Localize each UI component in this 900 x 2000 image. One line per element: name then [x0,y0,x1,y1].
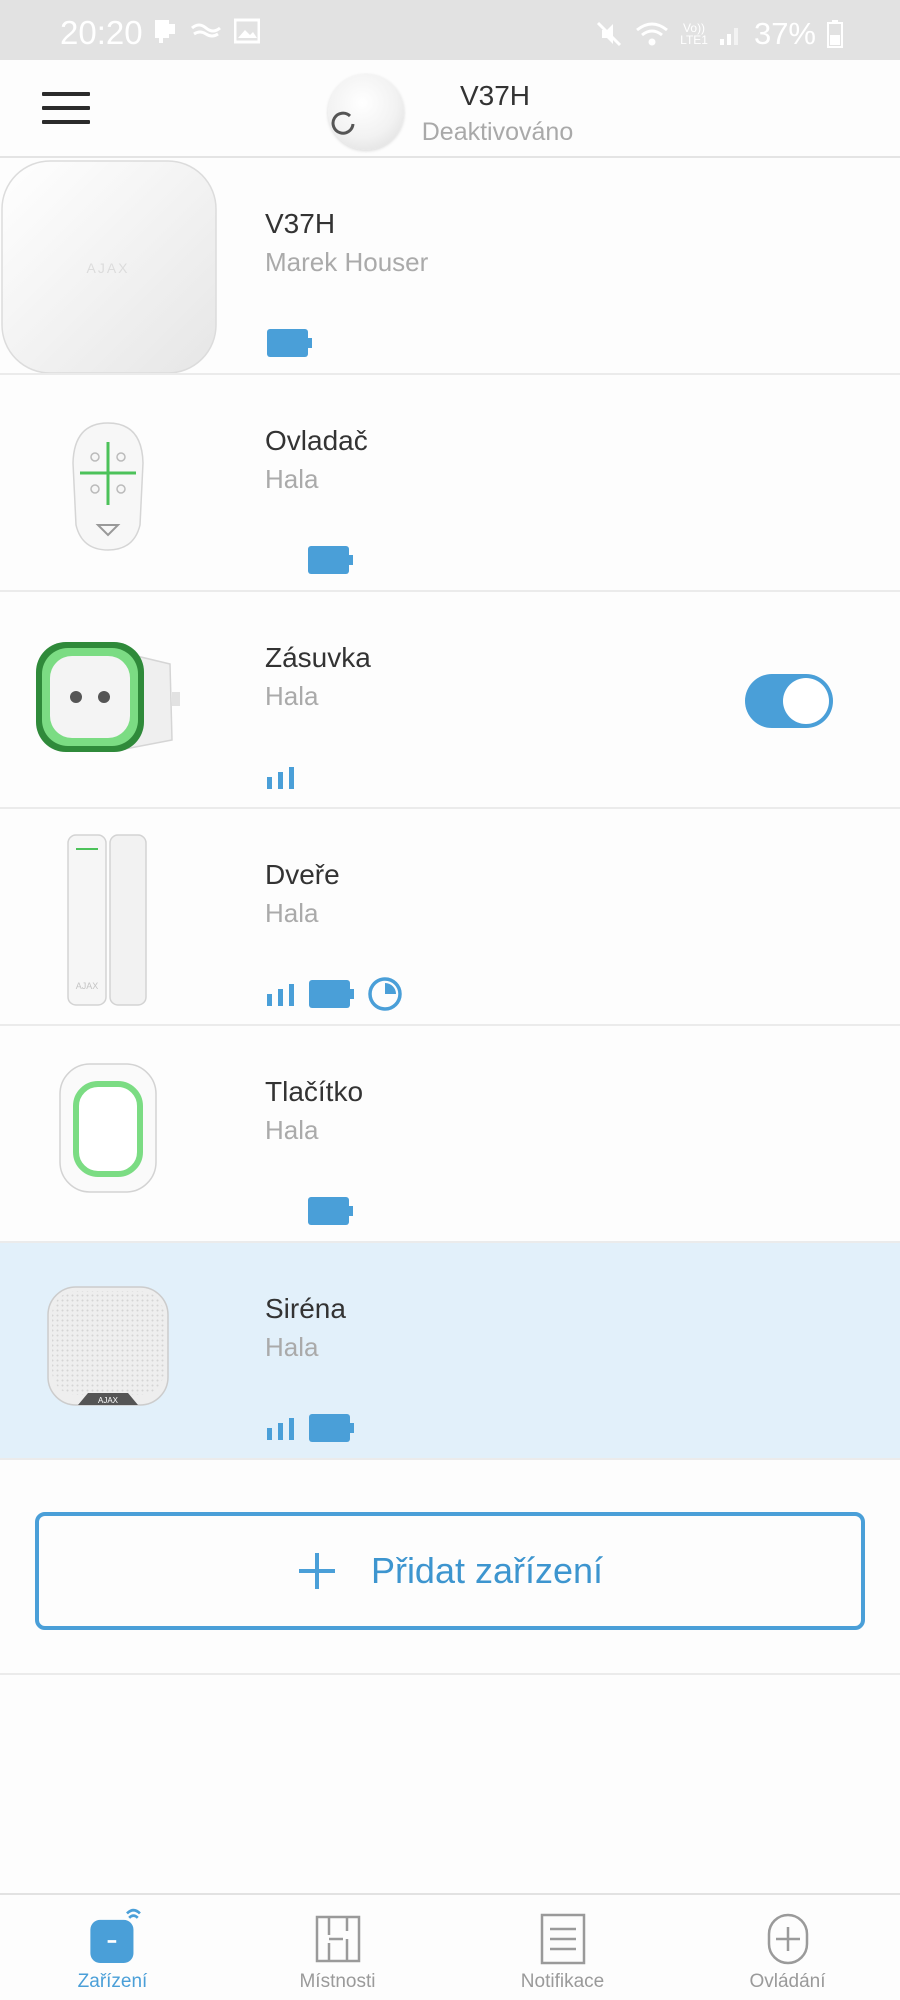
device-row-socket[interactable]: Zásuvka Hala [0,592,900,809]
hamburger-icon [42,92,90,96]
device-room: Hala [265,464,319,494]
plus-icon [298,1553,335,1589]
sim-icon [155,20,175,43]
tab-label: Místnosti [299,1971,376,1992]
device-room: Hala [265,681,319,711]
menu-button[interactable] [42,92,90,126]
notifications-icon [540,1913,585,1965]
device-row-siren[interactable]: AJAX Siréna Hala [0,1243,900,1460]
app-header: V37H Deaktivováno [0,60,900,158]
add-device-label: Přidat zařízení [370,1550,604,1591]
button-icon [0,1026,240,1241]
device-name: Zásuvka [265,642,371,673]
socket-icon [0,592,240,807]
tab-label: Ovládání [749,1971,826,1992]
mute-icon [597,21,622,47]
device-room: Hala [265,898,319,928]
phone-battery-icon [827,20,843,48]
tab-rooms[interactable]: Místnosti [225,1895,450,2000]
hub-name: V37H [459,80,531,111]
battery-icon [308,546,353,574]
hub-state: Deaktivováno [421,118,574,146]
door-sensor-logo: AJAX [76,981,99,991]
device-status [267,977,403,1011]
rooms-icon [315,1915,360,1963]
app-screen: 20:20 Vo)) LTE1 37% V37H Deaktivováno AJ… [0,0,900,2000]
timer-icon [368,977,402,1011]
device-row-door[interactable]: AJAX Dveře Hala [0,809,900,1026]
signal-icon [267,1418,294,1440]
system-icons: Vo)) LTE1 37% [594,16,844,52]
toggle-knob [783,678,829,724]
status-bar: 20:20 Vo)) LTE1 37% [0,0,900,60]
tab-control[interactable]: Ovládání [675,1895,900,2000]
tab-notifications[interactable]: Notifikace [450,1895,675,2000]
siren-icon: AJAX [0,1243,240,1458]
devices-icon [89,1908,141,1963]
gallery-icon [234,18,260,44]
tab-label: Zařízení [77,1971,148,1992]
device-status [267,326,313,360]
battery-icon [309,1414,354,1442]
keyfob-icon [0,375,240,590]
tab-devices[interactable]: Zařízení [0,1895,225,2000]
device-name: Tlačítko [265,1076,364,1107]
add-device-section: Přidat zařízení [0,1462,900,1675]
lte-label: LTE1 [680,33,708,47]
device-row-hub[interactable]: AJAX V37H Marek Houser [0,158,900,375]
battery-icon [309,980,354,1008]
device-row-keyfob[interactable]: Ovladač Hala [0,375,900,592]
notification-icons [152,18,260,44]
hub-avatar[interactable] [328,74,404,150]
status-time: 20:20 [60,14,143,51]
device-status [267,1411,355,1445]
device-name: V37H [265,208,336,239]
control-icon [767,1913,808,1965]
signal-icon [267,767,294,789]
door-sensor-icon: AJAX [0,809,240,1024]
loading-spinner-icon [331,111,355,135]
wifi-icon [636,22,669,46]
device-status [308,1194,354,1228]
device-room: Hala [265,1115,319,1145]
wave-icon [191,23,221,38]
hub-logo: AJAX [86,260,129,276]
device-room: Marek Houser [265,247,429,277]
bottom-nav: Zařízení Místnosti Notifikace Ovládání [0,1893,900,2000]
cell-signal-icon [719,28,738,45]
battery-percent: 37% [753,16,816,51]
hub-icon: AJAX [0,158,240,374]
battery-icon [308,1197,353,1225]
signal-icon [267,984,294,1006]
device-status [308,543,354,577]
tab-label: Notifikace [520,1971,605,1992]
device-room: Hala [265,1332,319,1362]
volte-indicator: Vo)) LTE1 [680,22,708,46]
device-list: AJAX V37H Marek Houser Ovladač Hala Zásu… [0,158,900,1460]
socket-power-toggle[interactable] [745,674,833,728]
device-name: Dveře [265,859,340,890]
siren-logo: AJAX [98,1396,119,1405]
add-device-button[interactable]: Přidat zařízení [35,1512,865,1630]
device-name: Ovladač [265,425,368,456]
device-status [267,760,297,794]
device-row-button[interactable]: Tlačítko Hala [0,1026,900,1243]
battery-icon [267,329,312,357]
device-name: Siréna [265,1293,346,1324]
